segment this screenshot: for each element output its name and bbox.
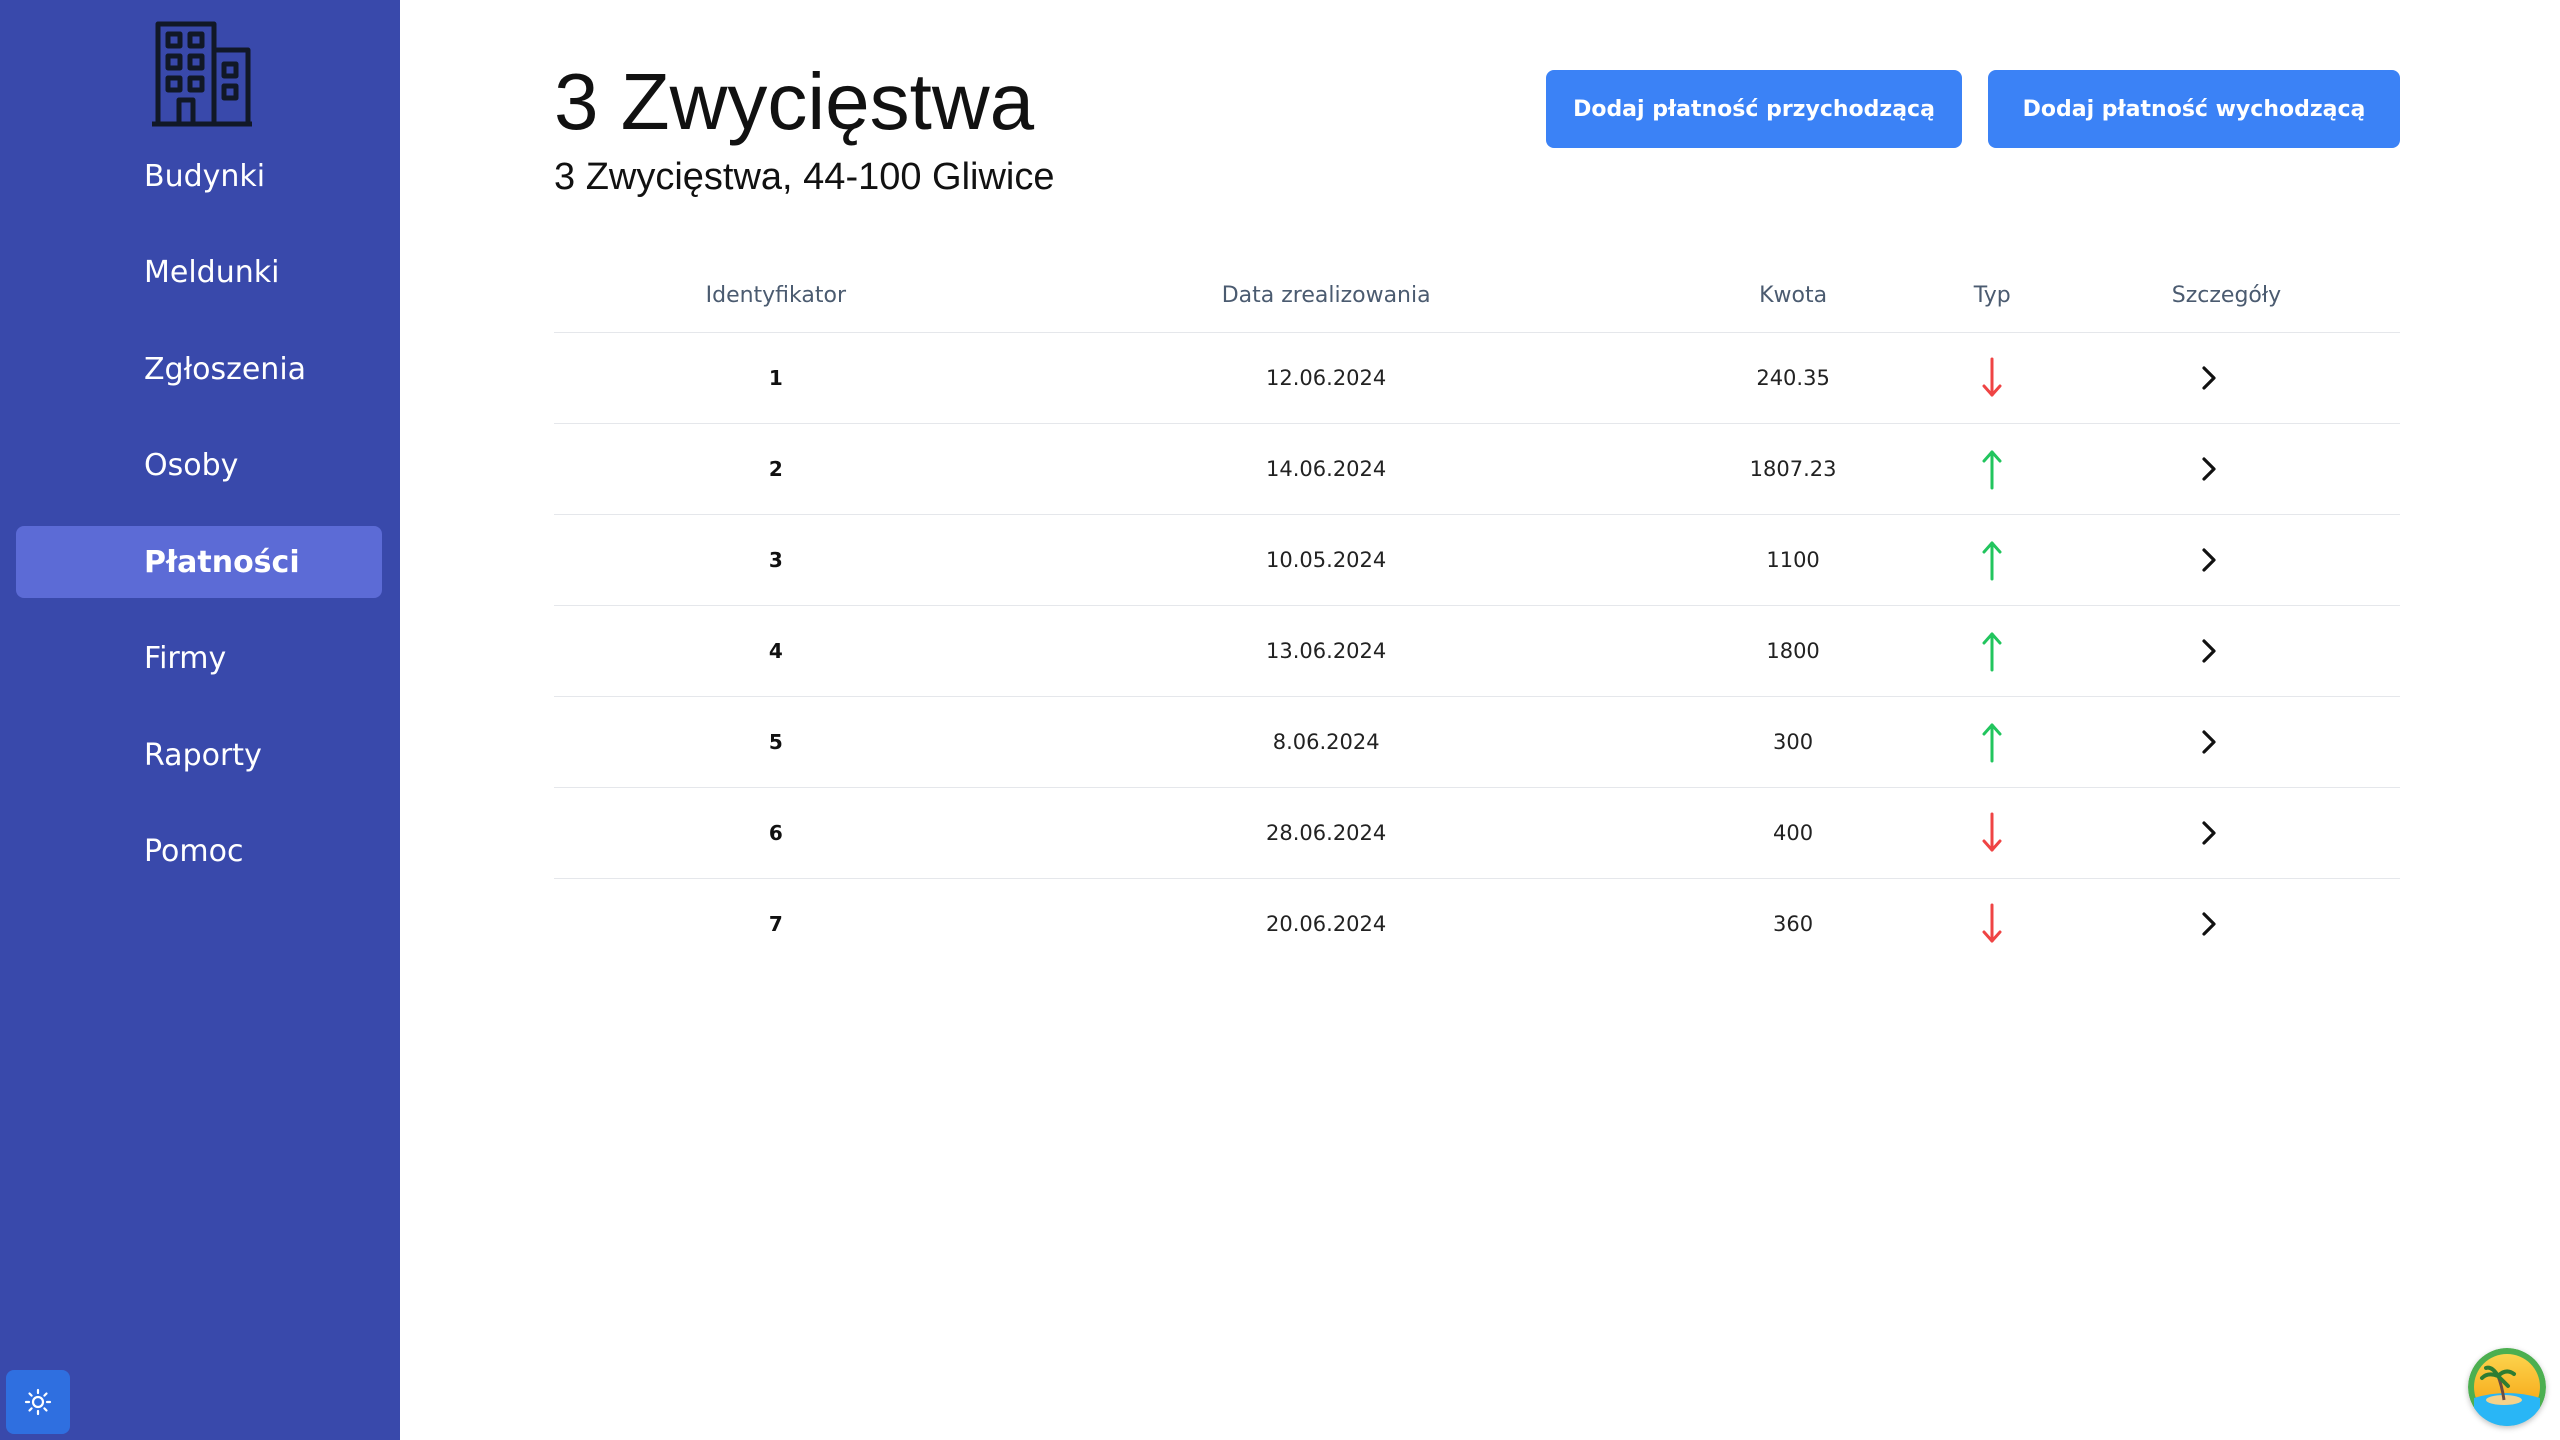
sidebar-item-label: Osoby	[144, 448, 239, 483]
sidebar-item-label: Meldunki	[144, 255, 280, 290]
add-incoming-payment-button[interactable]: Dodaj płatność przychodzącą	[1546, 70, 1962, 148]
arrow-down-icon	[1982, 357, 2002, 396]
cell-type	[1931, 696, 2053, 788]
avatar[interactable]	[2468, 1348, 2546, 1426]
cell-id: 2	[554, 423, 998, 515]
arrow-down-icon	[1982, 812, 2002, 851]
sidebar-item-zgloszenia[interactable]: Zgłoszenia	[16, 333, 382, 405]
sidebar-item-label: Raporty	[144, 737, 262, 773]
cell-amount: 400	[1654, 787, 1932, 879]
sidebar-item-label: Płatności	[144, 544, 300, 580]
cell-amount: 1807.23	[1654, 423, 1932, 515]
table-row: 1 12.06.2024 240.35	[554, 332, 2400, 424]
sidebar-item-label: Budynki	[144, 158, 266, 194]
column-header-details: Szczegóły	[2052, 260, 2400, 333]
cell-id: 5	[554, 696, 998, 788]
column-header-date: Data zrealizowania	[997, 260, 1655, 333]
chevron-right-icon[interactable]	[2198, 637, 2220, 665]
cell-details	[2052, 696, 2400, 788]
page-title: 3 Zwycięstwa	[554, 57, 1035, 146]
cell-type	[1931, 514, 2053, 606]
cell-details	[2052, 787, 2400, 879]
chevron-right-icon[interactable]	[2198, 728, 2220, 756]
cell-date: 10.05.2024	[997, 514, 1655, 606]
sidebar-item-label: Pomoc	[144, 834, 244, 869]
chevron-right-icon[interactable]	[2198, 455, 2220, 483]
cell-type	[1931, 605, 2053, 697]
chevron-right-icon[interactable]	[2198, 546, 2220, 574]
cell-date: 12.06.2024	[997, 332, 1655, 424]
column-header-id: Identyfikator	[554, 260, 998, 333]
building-icon	[152, 21, 252, 127]
cell-date: 14.06.2024	[997, 423, 1655, 515]
column-header-type: Typ	[1931, 260, 2053, 333]
cell-id: 6	[554, 787, 998, 879]
cell-type	[1931, 878, 2052, 969]
island-icon	[2468, 1348, 2546, 1426]
main-content: 3 Zwycięstwa 3 Zwycięstwa, 44-100 Gliwic…	[400, 0, 2560, 1440]
sidebar-item-meldunki[interactable]: Meldunki	[16, 237, 382, 309]
sidebar-nav: Budynki Meldunki Zgłoszenia Osoby Płatno…	[16, 140, 382, 912]
cell-date: 20.06.2024	[1266, 911, 1387, 936]
cell-type	[1931, 423, 2053, 515]
sidebar-item-label: Firmy	[144, 641, 227, 676]
table-row: 6 28.06.2024 400	[554, 787, 2400, 879]
cell-id: 4	[554, 605, 998, 697]
page-subtitle: 3 Zwycięstwa, 44-100 Gliwice	[554, 156, 1055, 198]
sidebar-item-firmy[interactable]: Firmy	[16, 623, 382, 695]
cell-amount: 360	[1773, 911, 1814, 936]
arrow-down-icon	[1982, 903, 2002, 943]
sidebar: Budynki Meldunki Zgłoszenia Osoby Płatno…	[0, 0, 400, 1440]
arrow-up-icon	[1982, 541, 2002, 580]
column-header-amount: Kwota	[1654, 260, 1932, 333]
cell-date: 8.06.2024	[997, 696, 1655, 788]
cell-id: 1	[554, 332, 998, 424]
arrow-up-icon	[1982, 632, 2002, 671]
sidebar-item-label: Zgłoszenia	[144, 351, 307, 387]
cell-details	[2052, 514, 2400, 606]
chevron-right-icon[interactable]	[2198, 910, 2220, 938]
cell-details	[2052, 332, 2400, 424]
table-row: 2 14.06.2024 1807.23	[554, 423, 2400, 515]
theme-toggle-button[interactable]	[6, 1370, 70, 1434]
cell-details	[2052, 605, 2400, 697]
payments-table: Identyfikator Data zrealizowania Kwota T…	[554, 260, 2400, 969]
cell-amount: 300	[1654, 696, 1932, 788]
cell-id: 7	[768, 911, 783, 936]
cell-amount: 1100	[1654, 514, 1932, 606]
arrow-up-icon	[1982, 450, 2002, 489]
table-header-row: Identyfikator Data zrealizowania Kwota T…	[554, 260, 2400, 333]
cell-type	[1931, 787, 2053, 879]
cell-amount: 240.35	[1654, 332, 1932, 424]
cell-type	[1931, 332, 2053, 424]
cell-date: 28.06.2024	[997, 787, 1655, 879]
arrow-up-icon	[1982, 723, 2002, 762]
sun-icon	[24, 1388, 52, 1416]
sidebar-item-budynki[interactable]: Budynki	[16, 140, 382, 212]
table-row: 5 8.06.2024 300	[554, 696, 2400, 788]
table-row: 3 10.05.2024 1100	[554, 514, 2400, 606]
sidebar-item-platnosci[interactable]: Płatności	[16, 526, 382, 598]
chevron-right-icon[interactable]	[2198, 364, 2220, 392]
cell-id: 3	[554, 514, 998, 606]
sidebar-item-pomoc[interactable]: Pomoc	[16, 816, 382, 888]
cell-details	[2053, 878, 2400, 969]
table-row: 4 13.06.2024 1800	[554, 605, 2400, 697]
sidebar-item-osoby[interactable]: Osoby	[16, 430, 382, 502]
table-row: 7 20.06.2024 360	[554, 878, 2400, 969]
cell-details	[2052, 423, 2400, 515]
chevron-right-icon[interactable]	[2198, 819, 2220, 847]
sidebar-item-raporty[interactable]: Raporty	[16, 719, 382, 791]
cell-amount: 1800	[1654, 605, 1932, 697]
add-outgoing-payment-button[interactable]: Dodaj płatność wychodzącą	[1988, 70, 2400, 148]
cell-date: 13.06.2024	[997, 605, 1655, 697]
